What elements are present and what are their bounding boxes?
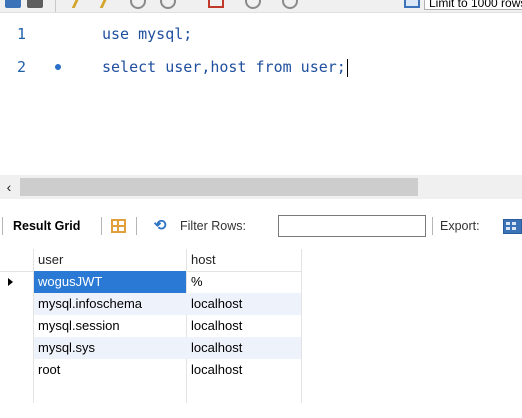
cell-user[interactable]: root bbox=[34, 359, 186, 381]
table-row[interactable]: mysql.sys localhost bbox=[0, 337, 302, 359]
scrollbar-thumb[interactable] bbox=[20, 178, 418, 196]
execute-icon[interactable] bbox=[71, 0, 98, 8]
result-grid-tab[interactable]: Result Grid bbox=[13, 209, 80, 243]
filter-rows-input[interactable] bbox=[278, 215, 426, 237]
line-number: 2 bbox=[16, 58, 26, 76]
commit-icon[interactable] bbox=[245, 0, 261, 9]
cell-user[interactable]: mysql.session bbox=[34, 315, 186, 337]
row-indicator bbox=[0, 271, 34, 293]
table-row[interactable]: mysql.infoschema localhost bbox=[0, 293, 302, 315]
code-text[interactable]: use mysql; bbox=[102, 23, 192, 45]
column-header-host[interactable]: host bbox=[187, 249, 302, 271]
text-caret bbox=[346, 58, 349, 77]
code-line: 2 select user,host from user; bbox=[0, 56, 522, 78]
cell-host[interactable]: % bbox=[187, 271, 301, 293]
execute-current-icon[interactable] bbox=[99, 0, 126, 8]
cell-user[interactable]: mysql.sys bbox=[34, 337, 186, 359]
toolbar-separator bbox=[101, 217, 102, 235]
code-line: 1 use mysql; bbox=[0, 23, 522, 45]
autocommit-icon[interactable] bbox=[404, 0, 420, 8]
code-text-content: select user,host from user; bbox=[102, 58, 346, 76]
export-icon[interactable] bbox=[503, 219, 522, 234]
explain-icon[interactable] bbox=[130, 0, 146, 9]
result-toolbar: Result Grid ⟲ Filter Rows: Export: bbox=[0, 209, 522, 243]
cell-host[interactable]: localhost bbox=[187, 293, 301, 315]
cell-user[interactable]: mysql.infoschema bbox=[34, 293, 186, 315]
stop-on-error-icon[interactable] bbox=[208, 0, 224, 8]
open-file-icon[interactable] bbox=[27, 0, 43, 8]
stop-icon[interactable] bbox=[160, 0, 176, 9]
toolbar-separator bbox=[136, 217, 137, 235]
export-label: Export: bbox=[440, 219, 480, 233]
grid-header: user host bbox=[0, 249, 302, 272]
horizontal-scrollbar[interactable]: ‹ bbox=[0, 175, 522, 199]
code-text[interactable]: select user,host from user; bbox=[102, 56, 349, 78]
cell-host[interactable]: localhost bbox=[187, 359, 301, 381]
toolbar-separator bbox=[432, 217, 433, 235]
scroll-left-icon[interactable]: ‹ bbox=[2, 177, 16, 197]
table-row[interactable]: root localhost bbox=[0, 359, 302, 381]
cell-user[interactable]: wogusJWT bbox=[34, 271, 186, 293]
table-row[interactable]: mysql.session localhost bbox=[0, 315, 302, 337]
filter-rows-label: Filter Rows: bbox=[180, 219, 246, 233]
cell-host[interactable]: localhost bbox=[187, 315, 301, 337]
current-row-arrow-icon bbox=[8, 278, 13, 286]
statement-marker-icon bbox=[55, 64, 61, 70]
column-header-user[interactable]: user bbox=[34, 249, 187, 271]
rollback-icon[interactable] bbox=[282, 0, 298, 9]
toolbar-separator bbox=[55, 0, 56, 12]
cell-host[interactable]: localhost bbox=[187, 337, 301, 359]
refresh-icon[interactable]: ⟲ bbox=[151, 218, 169, 234]
save-icon[interactable] bbox=[5, 0, 21, 8]
limit-rows-select[interactable]: Limit to 1000 rows bbox=[424, 0, 522, 10]
sql-editor[interactable]: 1 use mysql; 2 select user,host from use… bbox=[0, 13, 522, 175]
table-row[interactable]: wogusJWT % bbox=[0, 271, 302, 293]
line-number: 1 bbox=[16, 25, 26, 43]
grid-view-icon[interactable] bbox=[111, 219, 126, 233]
editor-toolbar: Limit to 1000 rows bbox=[0, 0, 522, 13]
toolbar-separator bbox=[2, 217, 3, 235]
